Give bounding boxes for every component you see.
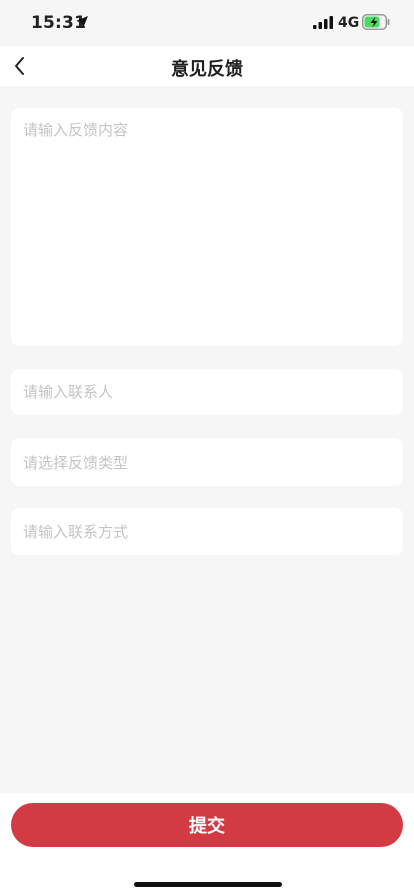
contact-method-card: [11, 508, 403, 555]
contact-person-card: [11, 369, 403, 415]
signal-icon: [313, 16, 333, 29]
feedback-content-input[interactable]: [11, 108, 403, 346]
page-title: 意见反馈: [171, 59, 243, 80]
contact-method-input[interactable]: [11, 508, 403, 555]
feedback-type-select[interactable]: 请选择反馈类型: [11, 438, 403, 486]
home-indicator: [134, 882, 282, 887]
bottom-bar: 提交: [0, 793, 414, 896]
status-bar: 15:31 4G: [0, 0, 414, 46]
location-arrow-icon: [76, 16, 88, 28]
feedback-content-card: [11, 108, 403, 346]
nav-bar: 意见反馈: [0, 46, 414, 86]
submit-button[interactable]: 提交: [11, 803, 403, 847]
battery-charging-icon: [362, 14, 390, 30]
network-type: 4G: [338, 15, 360, 31]
contact-person-input[interactable]: [11, 369, 403, 415]
feedback-type-placeholder: 请选择反馈类型: [23, 454, 129, 472]
